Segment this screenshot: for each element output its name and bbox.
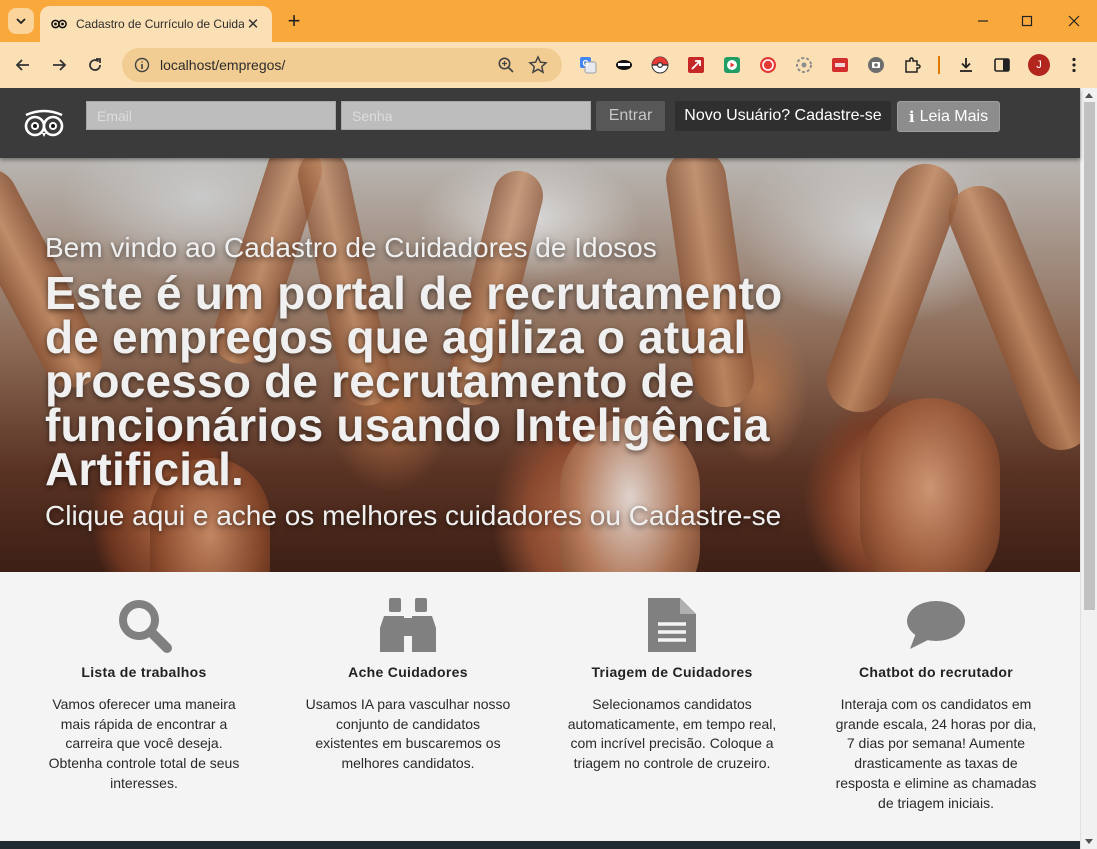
feature-card: Chatbot do recrutador Interaja com os ca… [831,594,1041,813]
url-text: localhost/empregos/ [160,57,286,73]
feature-title: Chatbot do recrutador [858,664,1014,680]
scroll-up-arrow-icon[interactable] [1085,93,1093,98]
close-window-icon[interactable] [1062,9,1086,33]
chevron-down-icon [16,18,26,25]
play-ext-icon[interactable] [722,55,742,75]
find-caregivers-link[interactable]: Clique aqui e ache os melhores cuidadore… [45,500,582,531]
signup-button[interactable]: Novo Usuário? Cadastre-se [675,101,891,131]
maximize-icon[interactable] [1015,9,1039,33]
new-tab-button[interactable]: + [282,8,306,33]
red-square-ext-icon[interactable] [830,55,850,75]
toolbar-divider [938,56,940,74]
feature-title: Ache Cuidadores [348,664,468,680]
footer-edge [0,841,1080,849]
document-icon [648,598,696,652]
site-info-icon[interactable] [132,55,152,75]
hero-welcome: Bem vindo ao Cadastro de Cuidadores de I… [45,232,657,263]
page-scrollbar[interactable] [1080,88,1097,849]
cta-separator: ou [589,500,621,531]
feature-description: Selecionamos candidatos automaticamente,… [567,696,777,772]
hero-banner: Bem vindo ao Cadastro de Cuidadores de I… [0,158,1080,572]
tab-search-button[interactable] [8,8,34,34]
back-arrow-icon[interactable] [10,52,36,78]
crowd-photo-decoration [817,158,968,422]
feature-title: Triagem de Cuidadores [591,664,753,680]
mask-icon[interactable] [614,55,634,75]
reload-icon[interactable] [82,52,108,78]
google-translate-icon[interactable]: G [578,55,598,75]
arrow-ext-icon[interactable] [686,55,706,75]
login-button[interactable]: Entrar [596,101,665,131]
close-tab-icon[interactable]: ✕ [244,15,262,33]
address-bar[interactable]: localhost/empregos/ [122,48,562,82]
hero-text-block: Bem vindo ao Cadastro de Cuidadores de I… [45,231,835,533]
tab-strip: Cadastro de Currículo de Cuidadores ✕ + [0,0,1097,42]
read-more-button[interactable]: i Leia Mais [897,101,1000,132]
password-field[interactable] [341,101,591,130]
feature-description: Interaja com os candidatos em grande esc… [835,696,1037,811]
email-field[interactable] [86,101,336,130]
bookmark-star-icon[interactable] [528,55,548,75]
scroll-down-arrow-icon[interactable] [1085,839,1093,844]
record-ext-icon[interactable] [758,55,778,75]
zoom-icon[interactable] [497,56,515,74]
owl-logo-icon[interactable] [22,109,66,139]
settings-ext-icon[interactable] [794,55,814,75]
crowd-photo-decoration [860,398,1000,572]
site-navbar: Entrar Novo Usuário? Cadastre-se i Leia … [0,88,1080,158]
profile-avatar[interactable]: J [1028,54,1050,76]
features-section: Lista de trabalhos Vamos oferecer uma ma… [0,572,1080,841]
svg-text:G: G [583,59,589,68]
feature-card: Ache Cuidadores Usamos IA para vasculhar… [303,594,513,774]
hero-headline: Este é um portal de recrutamento de empr… [45,267,783,495]
camera-ext-icon[interactable] [866,55,886,75]
more-menu-icon[interactable] [1064,55,1084,75]
chat-bubble-icon [907,601,965,649]
minimize-icon[interactable] [971,9,995,33]
register-link[interactable]: Cadastre-se [629,500,782,531]
binoculars-icon [380,598,436,652]
hero-cta: Clique aqui e ache os melhores cuidadore… [45,499,835,533]
forward-arrow-icon[interactable] [46,52,72,78]
feature-description: Usamos IA para vasculhar nosso conjunto … [305,696,511,772]
feature-title: Lista de trabalhos [81,664,207,680]
info-icon: i [908,107,915,126]
scroll-thumb[interactable] [1084,102,1095,610]
owl-favicon-icon [50,15,68,33]
feature-card: Triagem de Cuidadores Selecionamos candi… [567,594,777,774]
browser-toolbar: localhost/empregos/ G J [0,42,1097,88]
browser-tab-active[interactable]: Cadastro de Currículo de Cuidadores ✕ [40,6,272,42]
read-more-label: Leia Mais [919,107,989,125]
download-icon[interactable] [956,55,976,75]
tab-title: Cadastro de Currículo de Cuidadores [76,17,244,31]
side-panel-icon[interactable] [992,55,1012,75]
feature-description: Vamos oferecer uma maneira mais rápida d… [48,696,240,791]
page-viewport: Entrar Novo Usuário? Cadastre-se i Leia … [0,88,1097,849]
pokeball-icon[interactable] [650,55,670,75]
puzzle-extensions-icon[interactable] [902,55,922,75]
search-icon [119,600,172,653]
feature-card: Lista de trabalhos Vamos oferecer uma ma… [39,594,249,794]
